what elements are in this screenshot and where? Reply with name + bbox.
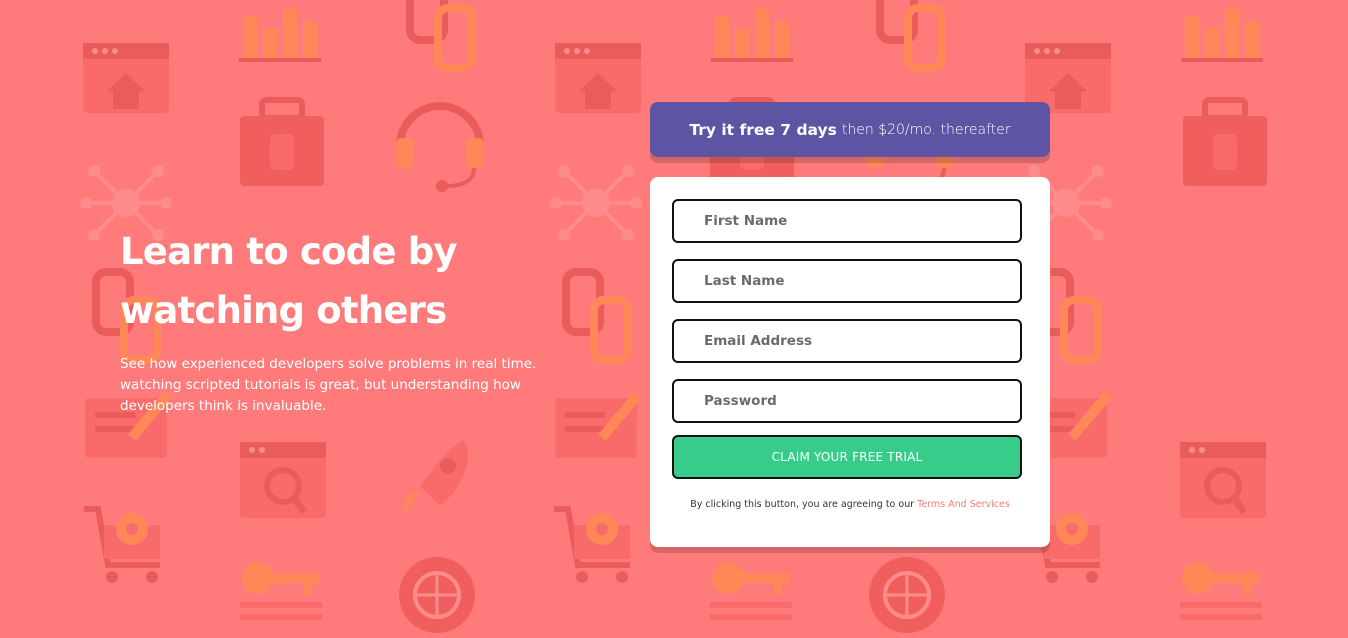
promo-highlight: Try it free 7 days bbox=[689, 120, 837, 139]
signup-form: CLAIM YOUR FREE TRIAL By clicking this b… bbox=[650, 177, 1050, 547]
first-name-input[interactable] bbox=[672, 199, 1022, 243]
promo-price-text: then $20/mo. thereafter bbox=[841, 121, 1011, 138]
terms-text: By clicking this button, you are agreein… bbox=[690, 499, 915, 510]
hero-title: Learn to code by watching others bbox=[120, 222, 560, 340]
trial-promo-banner: Try it free 7 days then $20/mo. thereaft… bbox=[650, 102, 1050, 157]
password-input[interactable] bbox=[672, 379, 1022, 423]
last-name-input[interactable] bbox=[672, 259, 1022, 303]
claim-trial-button[interactable]: CLAIM YOUR FREE TRIAL bbox=[672, 435, 1022, 479]
hero-title-line-2: watching others bbox=[120, 289, 447, 332]
terms-notice: By clicking this button, you are agreein… bbox=[650, 499, 1050, 510]
hero-title-line-1: Learn to code by bbox=[120, 230, 458, 273]
email-input[interactable] bbox=[672, 319, 1022, 363]
hero-description: See how experienced developers solve pro… bbox=[120, 356, 537, 414]
terms-link[interactable]: Terms And Services bbox=[917, 499, 1010, 510]
hero-section: Learn to code by watching others See how… bbox=[120, 222, 560, 417]
